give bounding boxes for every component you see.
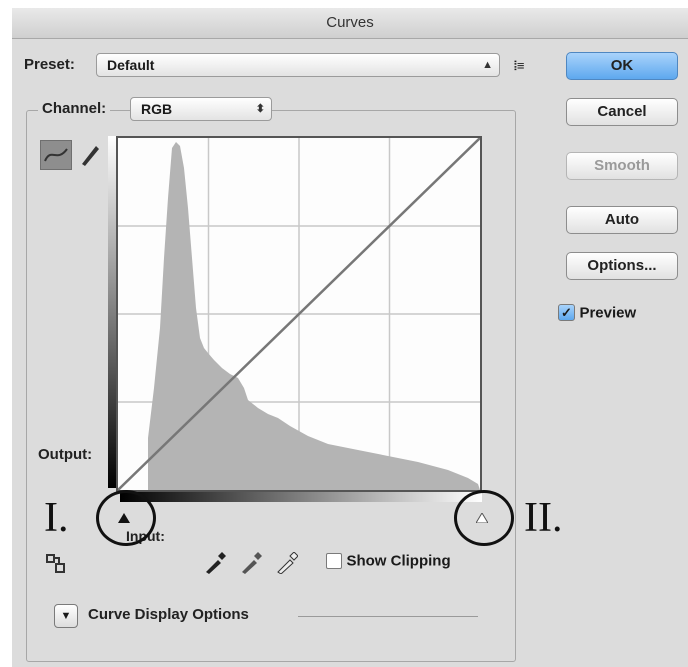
dialog-title: Curves <box>12 8 688 39</box>
white-point-highlight-circle <box>454 490 514 546</box>
cancel-button[interactable]: Cancel <box>566 98 678 126</box>
options-button[interactable]: Options... <box>566 252 678 280</box>
ok-button[interactable]: OK <box>566 52 678 80</box>
preset-label: Preset: <box>24 56 75 73</box>
input-gradient-bar <box>120 492 482 502</box>
curves-graph[interactable] <box>116 136 482 492</box>
preset-dropdown[interactable]: Default ▲ <box>96 53 500 77</box>
show-clipping-checkbox[interactable] <box>326 552 342 569</box>
channel-value: RGB <box>141 101 173 117</box>
white-eyedropper-icon[interactable] <box>276 551 299 575</box>
black-point-highlight-circle <box>96 490 156 546</box>
show-clipping-label: Show Clipping <box>346 552 451 570</box>
channel-dropdown[interactable]: RGB ⬍ <box>130 97 272 121</box>
preset-value: Default <box>107 57 155 73</box>
disclosure-toggle-icon[interactable]: ▼ <box>54 604 78 628</box>
black-eyedropper-icon[interactable] <box>204 552 226 574</box>
curve-display-options-label[interactable]: Curve Display Options <box>88 606 249 623</box>
show-clipping-row[interactable]: Show Clipping <box>326 552 451 570</box>
preview-label: Preview <box>579 304 637 322</box>
annotation-white-point: II. <box>524 495 563 541</box>
channel-label: Channel: <box>38 100 111 117</box>
preview-checkbox[interactable]: ✓ <box>558 304 575 322</box>
auto-button[interactable]: Auto <box>566 206 678 234</box>
smooth-button[interactable]: Smooth <box>566 152 678 180</box>
updown-arrows-icon: ⬍ <box>255 103 265 115</box>
gray-eyedropper-icon[interactable] <box>240 552 262 574</box>
output-label: Output: <box>38 446 93 463</box>
histogram <box>148 142 480 490</box>
divider-line <box>298 616 478 617</box>
curve-tool-icon[interactable] <box>40 140 72 170</box>
preview-checkbox-row[interactable]: ✓ Preview <box>558 304 636 322</box>
on-image-adjust-icon[interactable] <box>44 552 70 578</box>
output-gradient-bar <box>108 136 116 488</box>
annotation-black-point: I. <box>44 495 69 541</box>
updown-arrows-icon: ▲ <box>482 59 493 71</box>
preset-options-icon[interactable]: ⦙≡ <box>514 58 525 74</box>
pencil-tool-icon[interactable] <box>78 140 102 168</box>
